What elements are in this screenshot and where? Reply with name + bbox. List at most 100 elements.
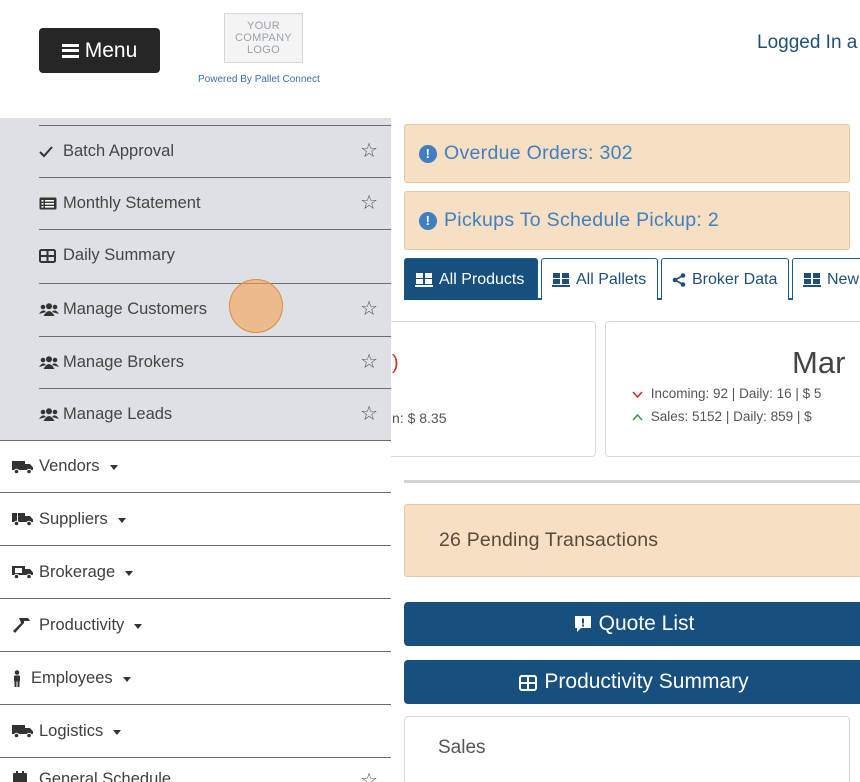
sidebar-item-logistics[interactable]: Logistics — [0, 705, 391, 758]
pickups-alert[interactable]: ! Pickups To Schedule Pickup: 2 — [404, 191, 850, 250]
pallet-icon — [415, 272, 433, 287]
top-header: Menu YOUR COMPANY LOGO Powered By Pallet… — [0, 0, 860, 118]
sidebar-item-general-schedule[interactable]: General Schedule ☆ — [0, 758, 391, 782]
share-icon — [672, 272, 686, 287]
incoming-text: Incoming: 92 | Daily: 16 | $ 5 — [650, 386, 822, 401]
sidebar-item-manage-brokers[interactable]: Manage Brokers ☆ — [39, 336, 391, 388]
sidebar-item-manage-leads[interactable]: Manage Leads ☆ — [39, 388, 391, 440]
sales-panel: Sales — [404, 716, 850, 782]
star-icon[interactable]: ☆ — [360, 296, 378, 321]
info-circle-icon: ! — [419, 211, 437, 230]
quote-list-button[interactable]: Quote List — [404, 602, 860, 646]
caret-down-icon — [117, 517, 126, 523]
quote-icon — [574, 615, 592, 633]
overdue-orders-alert[interactable]: ! Overdue Orders: 302 — [404, 124, 850, 183]
sidebar-item-label: Productivity — [39, 615, 125, 634]
tab-label: All Pallets — [576, 270, 647, 288]
tab-label: Broker Data — [692, 270, 778, 288]
sidebar-item-label: Logistics — [39, 721, 104, 740]
sidebar-item-label: Vendors — [39, 457, 100, 475]
sidebar-item-brokerage[interactable]: Brokerage — [0, 546, 391, 599]
sidebar-item-batch-approval[interactable]: Batch Approval ☆ — [39, 125, 391, 177]
caret-down-icon — [125, 570, 134, 576]
tab-all-products[interactable]: All Products — [404, 258, 538, 300]
caret-down-icon — [134, 623, 143, 629]
truck-icon — [12, 565, 36, 579]
truck-icon — [12, 460, 36, 474]
sidebar-item-manage-customers[interactable]: Manage Customers ☆ — [39, 283, 391, 335]
section-divider — [404, 480, 860, 483]
caret-down-icon — [113, 729, 122, 735]
card-partial-text: n: $ 8.35 — [392, 410, 447, 426]
colon-separator: : — [588, 142, 600, 164]
tab-new[interactable]: New — [792, 258, 860, 300]
sidebar-item-label: Daily Summary — [63, 246, 175, 264]
pallet-icon — [552, 272, 570, 287]
logged-in-text: Logged In a — [757, 32, 858, 53]
sidebar-item-label: Monthly Statement — [63, 194, 201, 212]
pending-transactions-banner[interactable]: 26 Pending Transactions — [404, 504, 860, 577]
table-icon — [519, 673, 538, 691]
incoming-stat: Incoming: 92 | Daily: 16 | $ 5 — [632, 386, 821, 401]
truck-icon — [12, 724, 36, 738]
star-icon[interactable]: ☆ — [360, 190, 378, 215]
sidebar-item-label: Manage Customers — [63, 300, 207, 318]
menu-button-label: Menu — [84, 38, 138, 62]
sidebar-item-label: Employees — [31, 668, 113, 687]
paren-fragment: ) — [392, 352, 399, 374]
chevron-down-icon — [632, 386, 647, 401]
sales-stat: Sales: 5152 | Daily: 859 | $ — [632, 409, 812, 424]
menu-button[interactable]: Menu — [39, 28, 160, 73]
summary-card-previous: ) n: $ 8.35 — [391, 321, 596, 457]
sidebar-item-daily-summary[interactable]: Daily Summary — [39, 229, 391, 281]
sidebar-item-label: Suppliers — [39, 509, 108, 528]
sidebar-item-monthly-statement[interactable]: Monthly Statement ☆ — [39, 177, 391, 229]
alert-label: Overdue Orders — [444, 142, 589, 164]
star-icon[interactable]: ☆ — [360, 138, 378, 163]
sidebar-item-label: Brokerage — [39, 562, 116, 581]
check-icon — [39, 145, 59, 158]
hamburger-icon — [61, 43, 79, 58]
powered-by-text[interactable]: Powered By Pallet Connect — [198, 74, 320, 85]
sidebar-item-suppliers[interactable]: Suppliers — [0, 493, 391, 546]
star-icon[interactable]: ☆ — [360, 349, 378, 374]
logo-line: YOUR — [247, 20, 280, 32]
productivity-summary-button[interactable]: Productivity Summary — [404, 660, 860, 704]
caret-down-icon — [109, 465, 118, 470]
sidebar-item-label: General Schedule — [39, 770, 172, 782]
caret-down-icon — [122, 676, 131, 682]
sidebar-item-employees[interactable]: Employees — [0, 652, 391, 705]
main-content: ! Overdue Orders: 302 ! Pickups To Sched… — [391, 118, 860, 782]
data-tabs: All Products All Pallets Broker Data New — [404, 258, 860, 300]
star-icon[interactable]: ☆ — [360, 401, 378, 426]
alert-value: 302 — [599, 142, 633, 164]
sidebar-item-label: Manage Leads — [63, 405, 173, 423]
company-logo[interactable]: YOUR COMPANY LOGO — [224, 13, 303, 63]
sidebar-item-label: Manage Brokers — [63, 353, 185, 371]
dashboard-submenu: Batch Approval ☆ Monthly Statement ☆ Dai… — [0, 118, 391, 442]
sidebar-item-label: Batch Approval — [63, 142, 174, 160]
alert-label: Pickups To Schedule Pickup — [444, 209, 697, 231]
hammer-icon — [12, 617, 36, 634]
logo-line: LOGO — [247, 44, 280, 56]
colon-separator: : — [696, 209, 708, 231]
sidebar-item-vendors[interactable]: Vendors — [0, 440, 391, 493]
logo-line: COMPANY — [235, 32, 292, 44]
tab-label: All Products — [439, 270, 525, 288]
users-icon — [39, 302, 59, 317]
sales-panel-title: Sales — [438, 737, 486, 758]
sidebar-item-productivity[interactable]: Productivity — [0, 599, 391, 652]
pallet-icon — [803, 272, 821, 287]
tab-broker-data[interactable]: Broker Data — [661, 258, 789, 300]
chevron-up-icon — [632, 409, 647, 424]
users-icon — [39, 355, 59, 370]
tab-all-pallets[interactable]: All Pallets — [541, 258, 658, 300]
calendar-icon — [12, 770, 36, 782]
sales-text: Sales: 5152 | Daily: 859 | $ — [650, 409, 812, 424]
summary-card-month: Mar Incoming: 92 | Daily: 16 | $ 5 Sales… — [605, 321, 860, 457]
star-icon[interactable]: ☆ — [360, 768, 378, 782]
month-title: Mar — [792, 345, 846, 380]
alert-value: 2 — [707, 209, 720, 231]
table-icon — [39, 248, 59, 263]
quote-list-label: Quote List — [598, 612, 695, 635]
